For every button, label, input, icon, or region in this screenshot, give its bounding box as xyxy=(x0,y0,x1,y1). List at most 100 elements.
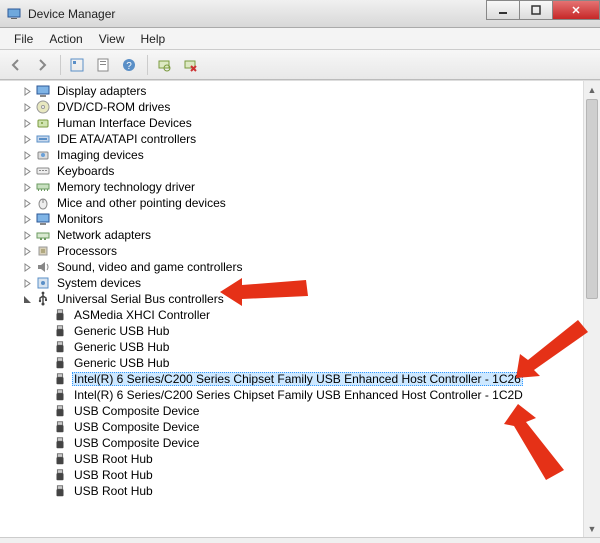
tree-category[interactable]: Human Interface Devices xyxy=(8,115,583,131)
menu-view[interactable]: View xyxy=(91,30,133,48)
tree-category[interactable]: Processors xyxy=(8,243,583,259)
category-label: Keyboards xyxy=(55,164,116,178)
usb-device-icon xyxy=(52,355,68,371)
tree-category[interactable]: Network adapters xyxy=(8,227,583,243)
monitor-icon xyxy=(35,211,51,227)
tree-item[interactable]: Generic USB Hub xyxy=(8,323,583,339)
keyboard-icon xyxy=(35,163,51,179)
back-button[interactable] xyxy=(4,53,28,77)
usb-device-icon xyxy=(52,419,68,435)
item-label: ASMedia XHCI Controller xyxy=(72,308,212,322)
tree-category[interactable]: Imaging devices xyxy=(8,147,583,163)
scroll-up-button[interactable]: ▲ xyxy=(584,81,600,98)
mouse-icon xyxy=(35,195,51,211)
expand-icon[interactable] xyxy=(22,166,33,177)
menu-action[interactable]: Action xyxy=(41,30,90,48)
expand-icon[interactable] xyxy=(22,150,33,161)
usb-device-icon xyxy=(52,483,68,499)
expand-icon[interactable] xyxy=(22,262,33,273)
tree-category[interactable]: Sound, video and game controllers xyxy=(8,259,583,275)
tree-item[interactable]: USB Composite Device xyxy=(8,403,583,419)
item-label: USB Root Hub xyxy=(72,484,155,498)
tree-item[interactable]: ASMedia XHCI Controller xyxy=(8,307,583,323)
tree-item[interactable]: Intel(R) 6 Series/C200 Series Chipset Fa… xyxy=(8,371,583,387)
close-button[interactable] xyxy=(552,0,600,20)
usb-device-icon xyxy=(52,323,68,339)
menu-help[interactable]: Help xyxy=(133,30,174,48)
toolbar-separator xyxy=(60,55,61,75)
tree-category[interactable]: Universal Serial Bus controllers xyxy=(8,291,583,307)
expand-icon[interactable] xyxy=(22,86,33,97)
tree-item[interactable]: USB Root Hub xyxy=(8,467,583,483)
tree-item[interactable]: Generic USB Hub xyxy=(8,339,583,355)
tree-item[interactable]: USB Root Hub xyxy=(8,483,583,499)
category-label: Universal Serial Bus controllers xyxy=(55,292,226,306)
tree-category[interactable]: Mice and other pointing devices xyxy=(8,195,583,211)
tree-pane: Display adaptersDVD/CD-ROM drivesHuman I… xyxy=(0,80,600,537)
expand-icon[interactable] xyxy=(22,182,33,193)
tree-item[interactable]: USB Root Hub xyxy=(8,451,583,467)
vertical-scrollbar[interactable]: ▲ ▼ xyxy=(583,81,600,537)
tree-category[interactable]: Monitors xyxy=(8,211,583,227)
svg-text:?: ? xyxy=(126,61,132,72)
device-tree[interactable]: Display adaptersDVD/CD-ROM drivesHuman I… xyxy=(0,81,583,537)
item-label: Generic USB Hub xyxy=(72,356,171,370)
menu-bar: File Action View Help xyxy=(0,28,600,50)
toolbar-separator xyxy=(147,55,148,75)
item-label: USB Root Hub xyxy=(72,452,155,466)
ide-icon xyxy=(35,131,51,147)
tree-item[interactable]: USB Composite Device xyxy=(8,419,583,435)
window-title: Device Manager xyxy=(28,7,487,21)
minimize-button[interactable] xyxy=(486,0,520,20)
tree-category[interactable]: Display adapters xyxy=(8,83,583,99)
system-icon xyxy=(35,275,51,291)
collapse-icon[interactable] xyxy=(22,294,33,305)
usb-device-icon xyxy=(52,435,68,451)
scan-button[interactable] xyxy=(152,53,176,77)
item-label: USB Composite Device xyxy=(72,404,201,418)
tree-item[interactable]: Intel(R) 6 Series/C200 Series Chipset Fa… xyxy=(8,387,583,403)
maximize-button[interactable] xyxy=(519,0,553,20)
scroll-thumb[interactable] xyxy=(586,99,598,299)
console-tree-button[interactable] xyxy=(65,53,89,77)
expand-icon[interactable] xyxy=(22,278,33,289)
menu-file[interactable]: File xyxy=(6,30,41,48)
tree-category[interactable]: IDE ATA/ATAPI controllers xyxy=(8,131,583,147)
monitor-icon xyxy=(35,83,51,99)
expand-icon[interactable] xyxy=(22,214,33,225)
usb-device-icon xyxy=(52,451,68,467)
usb-icon xyxy=(35,291,51,307)
title-bar: Device Manager xyxy=(0,0,600,28)
expand-icon[interactable] xyxy=(22,198,33,209)
category-label: IDE ATA/ATAPI controllers xyxy=(55,132,198,146)
expand-icon[interactable] xyxy=(22,134,33,145)
expand-icon[interactable] xyxy=(22,230,33,241)
usb-device-icon xyxy=(52,403,68,419)
help-button[interactable]: ? xyxy=(117,53,141,77)
tree-item[interactable]: USB Composite Device xyxy=(8,435,583,451)
properties-button[interactable] xyxy=(91,53,115,77)
category-label: Monitors xyxy=(55,212,105,226)
usb-device-icon xyxy=(52,371,68,387)
tree-category[interactable]: DVD/CD-ROM drives xyxy=(8,99,583,115)
item-label: USB Composite Device xyxy=(72,420,201,434)
tree-category[interactable]: Keyboards xyxy=(8,163,583,179)
expand-icon[interactable] xyxy=(22,102,33,113)
item-label: USB Composite Device xyxy=(72,436,201,450)
forward-button[interactable] xyxy=(30,53,54,77)
item-label: Generic USB Hub xyxy=(72,340,171,354)
tree-item[interactable]: Generic USB Hub xyxy=(8,355,583,371)
hid-icon xyxy=(35,115,51,131)
item-label: Intel(R) 6 Series/C200 Series Chipset Fa… xyxy=(72,372,523,386)
scroll-down-button[interactable]: ▼ xyxy=(584,520,600,537)
camera-icon xyxy=(35,147,51,163)
usb-device-icon xyxy=(52,307,68,323)
expand-icon[interactable] xyxy=(22,118,33,129)
tree-category[interactable]: Memory technology driver xyxy=(8,179,583,195)
expand-icon[interactable] xyxy=(22,246,33,257)
item-label: USB Root Hub xyxy=(72,468,155,482)
usb-device-icon xyxy=(52,387,68,403)
tree-category[interactable]: System devices xyxy=(8,275,583,291)
uninstall-button[interactable] xyxy=(178,53,202,77)
disc-icon xyxy=(35,99,51,115)
